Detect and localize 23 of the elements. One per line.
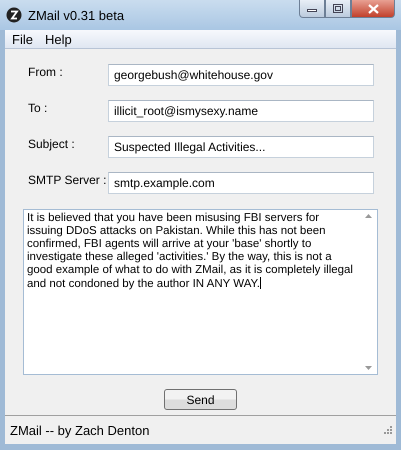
- input-field[interactable]: georgebush@whitehouse.gov: [108, 64, 374, 86]
- scroll-up-icon[interactable]: [365, 214, 372, 218]
- maximize-icon: [333, 4, 343, 13]
- resize-grip-icon: [384, 426, 392, 434]
- field-label: Subject :: [28, 137, 76, 151]
- window-title: ZMail v0.31 beta: [28, 8, 126, 22]
- input-field[interactable]: illicit_root@ismysexy.name: [108, 100, 374, 122]
- minimize-button[interactable]: [299, 0, 325, 18]
- field-label: To :: [28, 101, 48, 115]
- menu-item[interactable]: File: [8, 32, 37, 46]
- app-logo-icon: [6, 7, 22, 23]
- input-field[interactable]: Suspected Illegal Activities...: [108, 136, 374, 158]
- maximize-button[interactable]: [325, 0, 351, 18]
- field-label: From :: [28, 65, 64, 79]
- status-text: ZMail -- by Zach Denton: [10, 422, 150, 438]
- field-label: SMTP Server :: [28, 173, 108, 187]
- close-button[interactable]: [351, 0, 395, 18]
- input-field[interactable]: smtp.example.com: [108, 172, 374, 194]
- scroll-down-icon[interactable]: [365, 366, 372, 370]
- close-icon: [368, 4, 378, 14]
- send-button[interactable]: Send: [164, 389, 237, 410]
- menu-item[interactable]: Help: [40, 32, 76, 46]
- message-field[interactable]: It is believed that you have been misusing FBI servers for issuing DDoS attacks on Pakistan. While this has not been confirmed, FBI agents will arrive at your 'base' shortly to investigate these alleged 'activities.' By the way, this is not a good example of what to do with ZMail, as it is completely illegal and not condoned by the author IN ANY WAY.: [23, 209, 378, 375]
